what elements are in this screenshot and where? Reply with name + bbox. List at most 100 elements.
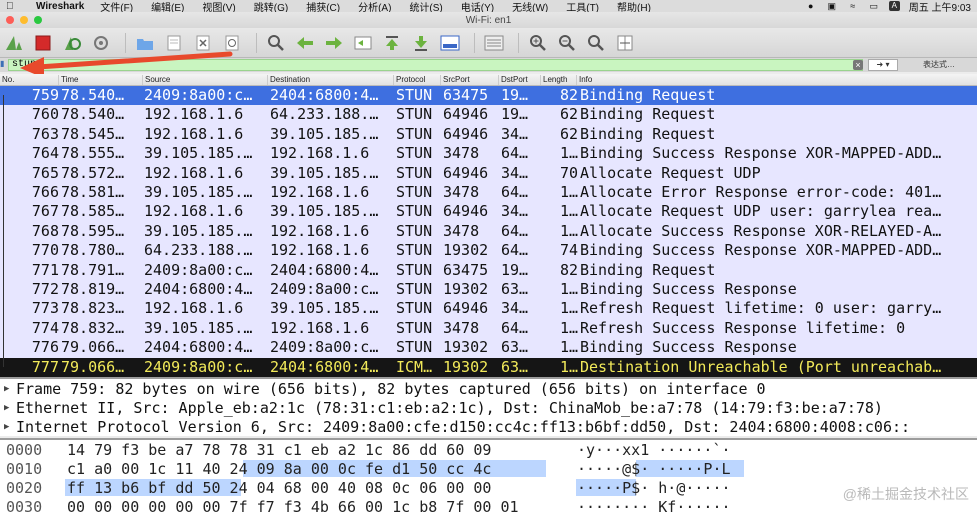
- menu-tools[interactable]: 工具(T): [566, 0, 599, 13]
- menu-view[interactable]: 视图(V): [202, 0, 235, 13]
- packet-source: 2404:6800:4…: [144, 338, 253, 357]
- detail-ipv6[interactable]: ▶ Internet Protocol Version 6, Src: 2409…: [0, 418, 977, 436]
- shark-fin-start-icon[interactable]: [2, 32, 26, 54]
- menu-analyze[interactable]: 分析(A): [358, 0, 391, 13]
- column-time[interactable]: Time: [58, 75, 142, 85]
- packet-row[interactable]: 776 79.066… 2404:6800:4… 2409:8a00:c… STUN 19…: [0, 338, 977, 357]
- column-info[interactable]: Info: [576, 75, 977, 85]
- window-title-bar: Wi-Fi: en1: [0, 12, 977, 28]
- packet-row[interactable]: 772 78.819… 2404:6800:4… 2409:8a00:c… STUN 19…: [0, 280, 977, 299]
- menu-capture[interactable]: 捕获(C): [306, 0, 340, 13]
- battery-icon[interactable]: ▭: [868, 1, 880, 12]
- app-menu[interactable]: Wireshark: [36, 1, 84, 12]
- wifi-icon[interactable]: ≈: [847, 1, 859, 11]
- packet-row[interactable]: 760 78.540… 192.168.1.6 64.233.188.… STUN 649…: [0, 105, 977, 124]
- stop-capture-icon[interactable]: [31, 32, 55, 54]
- packet-info: Binding Success Response XOR-MAPPED-ADD…: [580, 241, 942, 260]
- column-source[interactable]: Source: [142, 75, 267, 85]
- go-to-packet-icon[interactable]: [351, 32, 375, 54]
- packet-length: 1…: [559, 338, 578, 357]
- menu-telephony[interactable]: 电话(Y): [461, 0, 494, 13]
- close-file-icon[interactable]: [191, 32, 215, 54]
- auto-scroll-icon[interactable]: [438, 32, 462, 54]
- display-filter-input[interactable]: stun: [8, 59, 863, 71]
- apple-icon[interactable]: : [6, 1, 20, 12]
- detail-frame[interactable]: ▶ Frame 759: 82 bytes on wire (656 bits)…: [0, 380, 977, 399]
- first-packet-icon[interactable]: [380, 32, 404, 54]
- menu-edit[interactable]: 编辑(E): [151, 0, 184, 13]
- packet-destination: 39.105.185.…: [270, 163, 379, 182]
- save-file-icon[interactable]: [162, 32, 186, 54]
- column-protocol[interactable]: Protocol: [393, 75, 440, 85]
- input-method-icon[interactable]: A: [888, 1, 900, 11]
- last-packet-icon[interactable]: [409, 32, 433, 54]
- menu-statistics[interactable]: 统计(S): [409, 0, 442, 13]
- packet-row[interactable]: 765 78.572… 192.168.1.6 39.105.185.… STUN 649…: [0, 164, 977, 183]
- packet-dstport: 34…: [501, 299, 529, 318]
- packet-row[interactable]: 766 78.581… 39.105.185.… 192.168.1.6 STUN 347…: [0, 183, 977, 202]
- zoom-out-icon[interactable]: [555, 32, 579, 54]
- zoom-in-icon[interactable]: [526, 32, 550, 54]
- find-packet-icon[interactable]: [264, 32, 288, 54]
- packet-destination: 2409:8a00:c…: [270, 338, 379, 357]
- clear-filter-icon[interactable]: ×: [853, 60, 863, 70]
- go-forward-icon[interactable]: [322, 32, 346, 54]
- expand-triangle-icon[interactable]: ▶: [4, 418, 9, 436]
- packet-row[interactable]: 759 78.540… 2409:8a00:c… 2404:6800:4… STUN 63…: [0, 86, 977, 105]
- go-back-icon[interactable]: [293, 32, 317, 54]
- packet-no: 759: [31, 86, 59, 104]
- packet-protocol: STUN: [396, 86, 433, 104]
- capture-options-icon[interactable]: [89, 32, 113, 54]
- colorize-icon[interactable]: [482, 32, 506, 54]
- packet-destination: 192.168.1.6: [270, 241, 370, 260]
- column-destination[interactable]: Destination: [267, 75, 393, 85]
- packet-time: 79.066…: [61, 357, 125, 376]
- column-no[interactable]: No.: [0, 75, 58, 85]
- menu-go[interactable]: 跳转(G): [254, 0, 288, 13]
- column-dstport[interactable]: DstPort: [498, 75, 540, 85]
- packet-length: 1…: [559, 280, 578, 298]
- packet-destination: 2404:6800:4…: [270, 260, 379, 279]
- clock[interactable]: 周五 上午9:03: [909, 0, 971, 13]
- packet-source: 192.168.1.6: [144, 105, 244, 124]
- bookmark-icon[interactable]: ▮: [0, 59, 7, 71]
- open-file-icon[interactable]: [133, 32, 157, 54]
- packet-destination: 2404:6800:4…: [270, 357, 379, 376]
- reload-file-icon[interactable]: [220, 32, 244, 54]
- menu-wireless[interactable]: 无线(W): [512, 0, 548, 13]
- menu-file[interactable]: 文件(F): [100, 0, 133, 13]
- menu-help[interactable]: 帮助(H): [617, 0, 651, 13]
- packet-row[interactable]: 771 78.791… 2409:8a00:c… 2404:6800:4… STUN 63…: [0, 261, 977, 280]
- apply-filter-button[interactable]: ➜ ▾: [868, 59, 898, 71]
- packet-row[interactable]: 767 78.585… 192.168.1.6 39.105.185.… STUN 649…: [0, 202, 977, 221]
- column-length[interactable]: Length: [540, 75, 576, 85]
- column-srcport[interactable]: SrcPort: [440, 75, 498, 85]
- packet-source: 192.168.1.6: [144, 299, 244, 318]
- cast-icon[interactable]: ▣: [826, 1, 838, 12]
- restart-capture-icon[interactable]: [60, 32, 84, 54]
- packet-row[interactable]: 763 78.545… 192.168.1.6 39.105.185.… STUN 649…: [0, 125, 977, 144]
- packet-source: 39.105.185.…: [144, 144, 253, 163]
- packet-row[interactable]: 770 78.780… 64.233.188.… 192.168.1.6 STUN 193…: [0, 241, 977, 260]
- resize-columns-icon[interactable]: [613, 32, 637, 54]
- expression-button[interactable]: 表达式…: [905, 59, 973, 71]
- packet-no: 765: [31, 163, 59, 182]
- packet-row[interactable]: 777 79.066… 2409:8a00:c… 2404:6800:4… ICM… 19…: [0, 357, 977, 377]
- packet-dstport: 19…: [501, 86, 529, 104]
- packet-row[interactable]: 773 78.823… 192.168.1.6 39.105.185.… STUN 649…: [0, 299, 977, 318]
- packet-bytes[interactable]: 0000 14 79 f3 be a7 78 78 31 c1 eb a2 1c…: [0, 438, 977, 512]
- packet-time: 78.572…: [61, 163, 125, 182]
- expand-triangle-icon[interactable]: ▶: [4, 380, 9, 399]
- packet-srcport: 3478: [443, 183, 480, 201]
- normal-size-icon[interactable]: [584, 32, 608, 54]
- record-icon[interactable]: ●: [805, 1, 817, 11]
- detail-ethernet[interactable]: ▶ Ethernet II, Src: Apple_eb:a2:1c (78:3…: [0, 399, 977, 418]
- packet-row[interactable]: 768 78.595… 39.105.185.… 192.168.1.6 STUN 347…: [0, 222, 977, 241]
- packet-row[interactable]: 764 78.555… 39.105.185.… 192.168.1.6 STUN 347…: [0, 144, 977, 163]
- expand-triangle-icon[interactable]: ▶: [4, 399, 9, 418]
- packet-info: Binding Success Response: [580, 280, 797, 298]
- packet-row[interactable]: 774 78.832… 39.105.185.… 192.168.1.6 STUN 347…: [0, 319, 977, 338]
- packet-info: Binding Request: [580, 124, 716, 143]
- packet-list[interactable]: 759 78.540… 2409:8a00:c… 2404:6800:4… STUN 63…: [0, 86, 977, 377]
- packet-length: 62: [559, 105, 578, 124]
